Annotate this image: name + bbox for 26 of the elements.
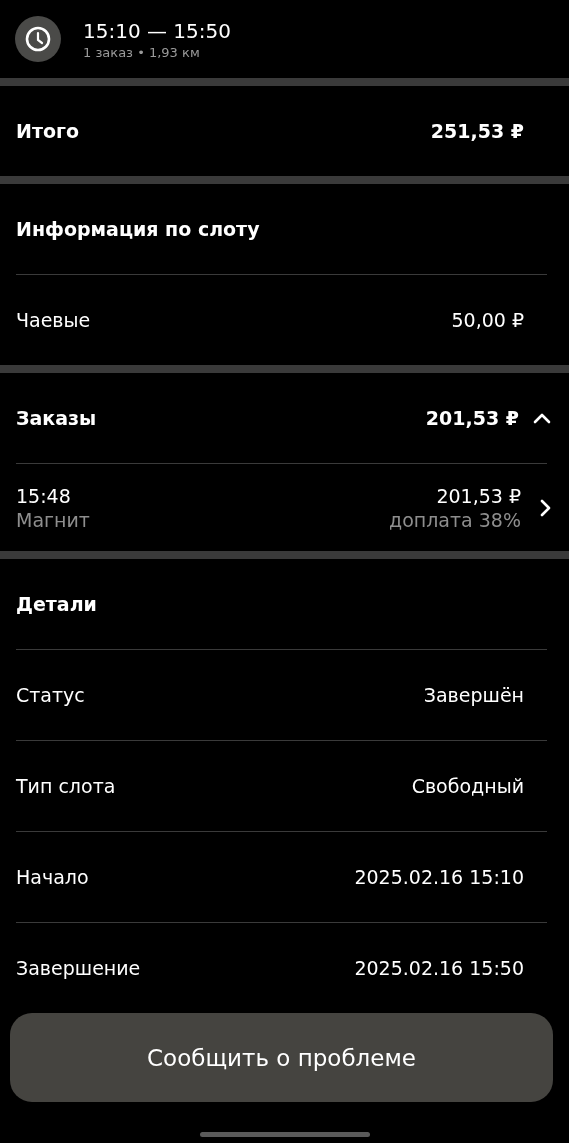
order-amount: 201,53 ₽ bbox=[436, 484, 521, 507]
orders-total: 201,53 ₽ bbox=[425, 407, 519, 429]
order-summary: 1 заказ • 1,93 км bbox=[83, 44, 201, 60]
surcharge-note: доплата 38% bbox=[389, 508, 521, 531]
row-value: Завершён bbox=[423, 684, 524, 706]
time-range: 15:10 — 15:50 bbox=[83, 18, 231, 43]
section-title: Детали bbox=[16, 593, 97, 615]
row-label: Чаевые bbox=[16, 309, 91, 331]
section-title: Информация по слоту bbox=[16, 218, 260, 240]
chevron-up-icon[interactable] bbox=[533, 412, 551, 424]
row-label: Тип слота bbox=[16, 775, 116, 797]
order-time: 15:48 bbox=[16, 484, 72, 507]
total-label: Итого bbox=[16, 120, 79, 142]
row-value: Свободный bbox=[411, 775, 524, 797]
total-value: 251,53 ₽ bbox=[430, 120, 524, 142]
clock-icon bbox=[15, 16, 61, 62]
row-value: 50,00 ₽ bbox=[451, 309, 524, 331]
chevron-right-icon[interactable] bbox=[539, 498, 551, 517]
report-problem-button[interactable]: Сообщить о проблеме bbox=[10, 1013, 553, 1102]
row-label: Начало bbox=[16, 866, 89, 888]
row-value: 2025.02.16 15:10 bbox=[354, 866, 524, 888]
row-label: Статус bbox=[16, 684, 85, 706]
section-title: Заказы bbox=[16, 407, 97, 429]
row-label: Завершение bbox=[16, 957, 141, 979]
store-name: Магнит bbox=[16, 508, 90, 531]
row-value: 2025.02.16 15:50 bbox=[354, 957, 524, 979]
